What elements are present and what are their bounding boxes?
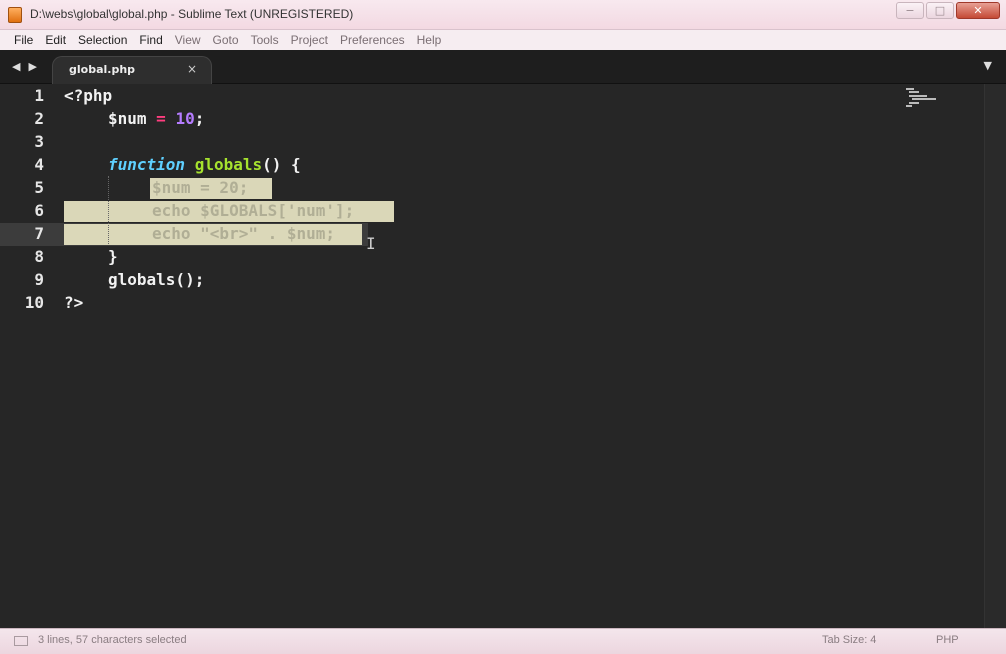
menu-goto[interactable]: Goto <box>207 33 245 47</box>
close-button[interactable]: ✕ <box>956 2 1000 19</box>
indent-guide <box>108 176 109 244</box>
text-cursor-icon: I <box>366 234 376 253</box>
menu-help[interactable]: Help <box>411 33 448 47</box>
menu-edit[interactable]: Edit <box>39 33 72 47</box>
menu-tools[interactable]: Tools <box>245 33 285 47</box>
line-number: 7 <box>34 224 44 243</box>
line-number: 9 <box>34 270 44 289</box>
token-function-name: globals <box>194 155 263 174</box>
token-variable: $num <box>108 109 147 128</box>
arrow-left-icon[interactable]: ◀ <box>12 60 20 73</box>
code-editor[interactable]: 1 2 3 4 5 6 7 8 9 10 <?php $num = 10; fu… <box>0 84 1000 628</box>
chevron-down-icon[interactable]: ▼ <box>984 59 992 72</box>
vertical-scrollbar[interactable] <box>984 84 1000 628</box>
maximize-button[interactable]: □ <box>926 2 954 19</box>
title-bar: D:\webs\global\global.php - Sublime Text… <box>0 0 1006 30</box>
line-number: 3 <box>34 132 44 151</box>
menu-bar: File Edit Selection Find View Goto Tools… <box>0 30 1006 50</box>
code-line-10: ?> <box>64 293 84 312</box>
line-number: 5 <box>34 178 44 197</box>
line-number-gutter: 1 2 3 4 5 6 7 8 9 10 <box>0 84 56 628</box>
menu-file[interactable]: File <box>8 33 39 47</box>
token-semicolon: ; <box>194 109 205 128</box>
line-number: 6 <box>34 201 44 220</box>
tab-global-php[interactable]: global.php × <box>52 56 212 84</box>
menu-selection[interactable]: Selection <box>72 33 133 47</box>
tab-label: global.php <box>69 63 136 76</box>
token-parens: () { <box>262 155 301 174</box>
menu-find[interactable]: Find <box>133 33 168 47</box>
status-bar: 3 lines, 57 characters selected Tab Size… <box>0 628 1006 654</box>
line-number: 4 <box>34 155 44 174</box>
code-line-4: function globals() { <box>108 153 301 176</box>
syntax-indicator[interactable]: PHP <box>936 634 959 646</box>
window-controls: − □ ✕ <box>896 2 1000 19</box>
code-line-1: <?php <box>64 86 113 105</box>
code-line-2: $num = 10; <box>108 107 204 130</box>
code-line-6: echo $GLOBALS['num']; <box>152 201 355 220</box>
token-function-keyword: function <box>108 155 186 174</box>
selection-status: 3 lines, 57 characters selected <box>38 634 187 646</box>
menu-project[interactable]: Project <box>285 33 334 47</box>
code-line-5: $num = 20; <box>152 178 249 197</box>
menu-preferences[interactable]: Preferences <box>334 33 411 47</box>
line-number: 10 <box>24 293 44 312</box>
tab-size-indicator[interactable]: Tab Size: 4 <box>822 634 876 646</box>
code-line-7: echo "<br>" . $num; <box>152 224 336 243</box>
code-line-9: globals(); <box>108 270 205 289</box>
close-icon[interactable]: × <box>187 62 197 76</box>
window-title: D:\webs\global\global.php - Sublime Text… <box>30 7 354 21</box>
panel-toggle-icon[interactable] <box>14 636 28 646</box>
minimap[interactable] <box>906 88 936 108</box>
arrow-right-icon[interactable]: ▶ <box>28 60 36 73</box>
code-line-8: } <box>108 247 118 266</box>
token-operator: = <box>146 109 176 128</box>
token-number: 10 <box>175 109 195 128</box>
tab-nav: ◀ ▶ <box>12 60 37 73</box>
line-number: 1 <box>34 86 44 105</box>
sublime-app-icon <box>8 7 22 23</box>
line-number: 2 <box>34 109 44 128</box>
tab-bar: ◀ ▶ global.php × ▼ <box>0 50 1006 84</box>
minimize-button[interactable]: − <box>896 2 924 19</box>
menu-view[interactable]: View <box>169 33 207 47</box>
line-number: 8 <box>34 247 44 266</box>
